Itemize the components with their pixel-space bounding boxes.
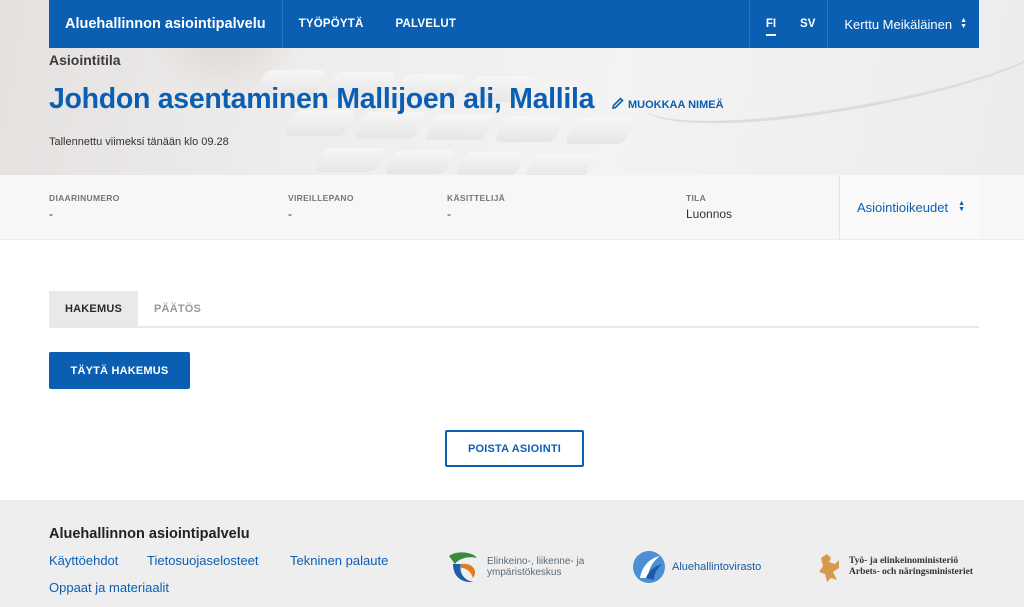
meta-status: TILA Luonnos <box>686 193 732 221</box>
saved-timestamp: Tallennettu viimeksi tänään klo 09.28 <box>49 136 229 148</box>
meta-value: - <box>288 207 292 221</box>
ely-logo-icon <box>449 552 477 583</box>
footer-link-guides[interactable]: Oppaat ja materiaalit <box>49 580 169 595</box>
avi-logo: Aluehallintovirasto <box>632 550 761 584</box>
footer: Aluehallinnon asiointipalvelu Käyttöehdo… <box>0 500 1024 607</box>
meta-handler: KÄSITTELIJÄ - <box>447 193 505 221</box>
tem-logo-text: Työ- ja elinkeinoministeriö Arbets- och … <box>849 556 974 577</box>
language-fi[interactable]: FI <box>748 0 788 48</box>
footer-link-privacy[interactable]: Tietosuojaselosteet <box>147 553 259 568</box>
delete-case-button[interactable]: POISTA ASIOINTI <box>445 430 584 467</box>
ely-logo: Elinkeino-, liikenne- ja ympäristökeskus <box>447 550 584 584</box>
ely-logo-text: Elinkeino-, liikenne- ja ympäristökeskus <box>487 556 585 578</box>
tem-logo: Työ- ja elinkeinoministeriö Arbets- och … <box>817 550 973 584</box>
avi-logo-text: Aluehallintovirasto <box>672 560 762 573</box>
edit-name-link[interactable]: MUOKKAA NIMEÄ <box>611 97 724 112</box>
access-rights-label: Asiointioikeudet <box>857 199 949 215</box>
meta-filing: VIREILLEPANO - <box>288 193 354 221</box>
user-menu[interactable]: Kerttu Meikäläinen ▲ ▼ <box>827 0 979 48</box>
lion-crest-icon <box>819 554 839 582</box>
pencil-icon <box>611 97 624 112</box>
tab-application[interactable]: HAKEMUS <box>49 291 139 326</box>
meta-label: KÄSITTELIJÄ <box>447 193 506 203</box>
edit-name-label: MUOKKAA NIMEÄ <box>628 98 724 111</box>
meta-label: DIAARINUMERO <box>49 193 120 203</box>
fill-application-button[interactable]: TÄYTÄ HAKEMUS <box>49 352 190 389</box>
meta-value: - <box>447 207 451 221</box>
brand-link[interactable]: Aluehallinnon asiointipalvelu <box>49 0 283 48</box>
avi-logo-icon <box>633 551 665 583</box>
meta-value: - <box>49 207 53 221</box>
nav-link-dashboard[interactable]: TYÖPÖYTÄ <box>283 0 380 48</box>
case-meta-bar: DIAARINUMERO - VIREILLEPANO - KÄSITTELIJ… <box>0 175 1024 240</box>
meta-label: TILA <box>686 193 707 203</box>
sort-arrows-icon: ▲ ▼ <box>958 200 965 213</box>
nav-link-services[interactable]: PALVELUT <box>379 0 472 48</box>
footer-title: Aluehallinnon asiointipalvelu <box>49 526 250 542</box>
meta-label: VIREILLEPANO <box>288 193 354 203</box>
tab-decision[interactable]: PÄÄTÖS <box>138 291 217 326</box>
footer-link-feedback[interactable]: Tekninen palaute <box>290 553 388 568</box>
meta-value: Luonnos <box>686 207 733 221</box>
user-name: Kerttu Meikäläinen <box>844 16 953 32</box>
access-rights-toggle[interactable]: Asiointioikeudet ▲ ▼ <box>839 175 979 239</box>
top-navigation: Aluehallinnon asiointipalvelu TYÖPÖYTÄ P… <box>49 0 979 48</box>
page-title: Johdon asentaminen Mallijoen ali, Mallil… <box>49 83 595 115</box>
section-label: Asiointitila <box>49 52 121 68</box>
footer-link-terms[interactable]: Käyttöehdot <box>49 553 118 568</box>
tab-bar: HAKEMUS PÄÄTÖS <box>49 291 979 328</box>
language-sv[interactable]: SV <box>788 0 827 48</box>
sort-arrows-icon: ▲ ▼ <box>960 17 967 30</box>
meta-diary-number: DIAARINUMERO - <box>49 193 120 221</box>
